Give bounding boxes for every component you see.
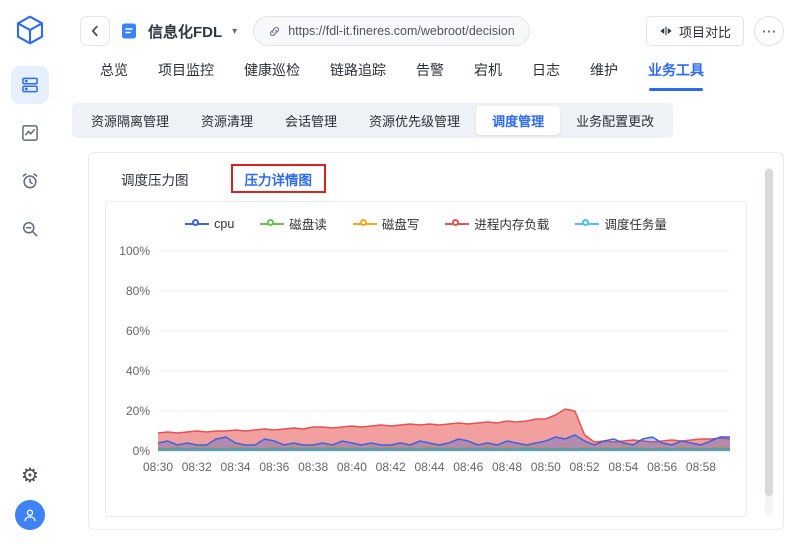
nav-tab-health-check[interactable]: 健康巡检	[244, 60, 300, 91]
subtab-session-mgmt[interactable]: 会话管理	[269, 106, 353, 135]
nav-tab-overview[interactable]: 总览	[100, 60, 128, 91]
nav-tab-maintenance[interactable]: 维护	[590, 60, 618, 91]
svg-text:08:40: 08:40	[337, 460, 367, 474]
scrollbar-track[interactable]	[765, 167, 773, 515]
user-avatar[interactable]	[15, 500, 45, 530]
nav-tabs: 总览 项目监控 健康巡检 链路追踪 告警 宕机 日志 维护 业务工具	[60, 52, 800, 91]
legend-item-进程内存负载[interactable]: 进程内存负载	[445, 214, 549, 233]
svg-text:08:38: 08:38	[298, 460, 328, 474]
settings-gear-icon[interactable]: ⚙	[21, 466, 39, 486]
svg-text:08:42: 08:42	[376, 460, 406, 474]
url-text: https://fdl-it.fineres.com/webroot/decis…	[288, 24, 515, 38]
legend-item-磁盘读[interactable]: 磁盘读	[260, 214, 327, 233]
subtab-business-config[interactable]: 业务配置更改	[560, 106, 670, 135]
back-button[interactable]	[80, 16, 110, 46]
svg-text:80%: 80%	[126, 284, 150, 298]
svg-text:08:44: 08:44	[414, 460, 444, 474]
svg-text:0%: 0%	[133, 444, 151, 458]
sidebar: ⚙	[0, 0, 60, 544]
legend-marker-icon	[445, 218, 470, 230]
chevron-down-icon[interactable]: ▾	[232, 26, 237, 37]
compare-icon	[660, 26, 672, 36]
project-compare-button[interactable]: 项目对比	[645, 16, 744, 46]
subtab-resource-priority[interactable]: 资源优先级管理	[353, 106, 476, 135]
nav-tab-logs[interactable]: 日志	[532, 60, 560, 91]
sidebar-item-monitor[interactable]	[11, 114, 49, 152]
sidebar-item-inspect[interactable]	[11, 210, 49, 248]
svg-text:08:34: 08:34	[221, 460, 251, 474]
svg-text:08:56: 08:56	[647, 460, 677, 474]
subtab-schedule-mgmt[interactable]: 调度管理	[476, 106, 561, 135]
more-options-button[interactable]: ⋯	[754, 16, 784, 46]
legend-marker-icon	[185, 218, 210, 230]
legend-marker-icon	[575, 218, 600, 230]
chart-legend: cpu 磁盘读 磁盘写 进程内存负载 调度任务量	[114, 210, 738, 239]
legend-label: 调度任务量	[604, 218, 667, 232]
svg-text:08:36: 08:36	[259, 460, 289, 474]
pressure-detail-chart: cpu 磁盘读 磁盘写 进程内存负载 调度任务量 0% 20% 40% 60% 80% 100% 0…	[105, 201, 747, 517]
area-chart: 0% 20% 40% 60% 80% 100% 08:30 08:32 08:34 08:36 08…	[119, 244, 731, 474]
svg-text:08:58: 08:58	[686, 460, 716, 474]
top-bar: 信息化FDL ▾ https://fdl-it.fineres.com/webr…	[60, 0, 800, 52]
tab-schedule-pressure[interactable]: 调度压力图	[121, 169, 189, 189]
legend-item-磁盘写[interactable]: 磁盘写	[352, 214, 420, 233]
legend-marker-icon	[352, 218, 377, 230]
app-logo-icon	[14, 14, 46, 46]
svg-text:08:30: 08:30	[143, 460, 173, 474]
legend-item-cpu[interactable]: cpu	[185, 214, 234, 233]
legend-item-调度任务量[interactable]: 调度任务量	[575, 214, 667, 233]
sidebar-item-ops[interactable]	[11, 66, 49, 104]
nav-tab-alerts[interactable]: 告警	[416, 60, 444, 91]
legend-label: 磁盘写	[381, 218, 420, 232]
url-bar[interactable]: https://fdl-it.fineres.com/webroot/decis…	[253, 16, 530, 46]
project-doc-icon	[122, 23, 136, 39]
magnifier-icon	[23, 222, 38, 237]
svg-text:08:48: 08:48	[492, 460, 522, 474]
svg-text:100%: 100%	[119, 244, 150, 258]
legend-label: cpu	[214, 216, 235, 231]
svg-text:40%: 40%	[126, 364, 150, 378]
scrollbar-thumb[interactable]	[765, 169, 773, 497]
legend-marker-icon	[260, 218, 285, 230]
nav-tab-tracing[interactable]: 链路追踪	[330, 60, 386, 91]
nav-tab-downtime[interactable]: 宕机	[474, 60, 502, 91]
subtab-resource-cleanup[interactable]: 资源清理	[185, 106, 269, 135]
legend-label: 进程内存负载	[474, 218, 550, 232]
sub-tabs: 资源隔离管理 资源清理 会话管理 资源优先级管理 调度管理 业务配置更改	[72, 103, 674, 138]
tab-pressure-detail[interactable]: 压力详情图	[245, 173, 313, 188]
nav-tab-project-monitor[interactable]: 项目监控	[158, 60, 214, 91]
chart-icon	[22, 125, 38, 141]
panel-tabs: 调度压力图 压力详情图	[105, 164, 747, 201]
server-icon	[22, 77, 38, 93]
svg-text:60%: 60%	[126, 324, 150, 338]
svg-text:20%: 20%	[126, 404, 150, 418]
nav-tab-business-tools[interactable]: 业务工具	[648, 60, 704, 91]
alarm-icon	[22, 173, 38, 189]
chevron-left-icon	[91, 25, 98, 37]
svg-text:08:50: 08:50	[531, 460, 561, 474]
legend-label: 磁盘读	[289, 218, 327, 232]
link-icon	[270, 26, 280, 36]
schedule-panel: 调度压力图 压力详情图 cpu 磁盘读 磁盘写 进程内存负载 调度任务量 0% 20% 40…	[88, 152, 784, 530]
sidebar-item-alarm[interactable]	[11, 162, 49, 200]
svg-text:08:46: 08:46	[453, 460, 483, 474]
svg-text:08:54: 08:54	[608, 460, 638, 474]
svg-text:08:52: 08:52	[570, 460, 600, 474]
person-icon	[24, 509, 36, 522]
svg-text:08:32: 08:32	[182, 460, 212, 474]
project-title: 信息化FDL	[148, 23, 223, 41]
subtab-resource-isolation[interactable]: 资源隔离管理	[75, 106, 185, 135]
